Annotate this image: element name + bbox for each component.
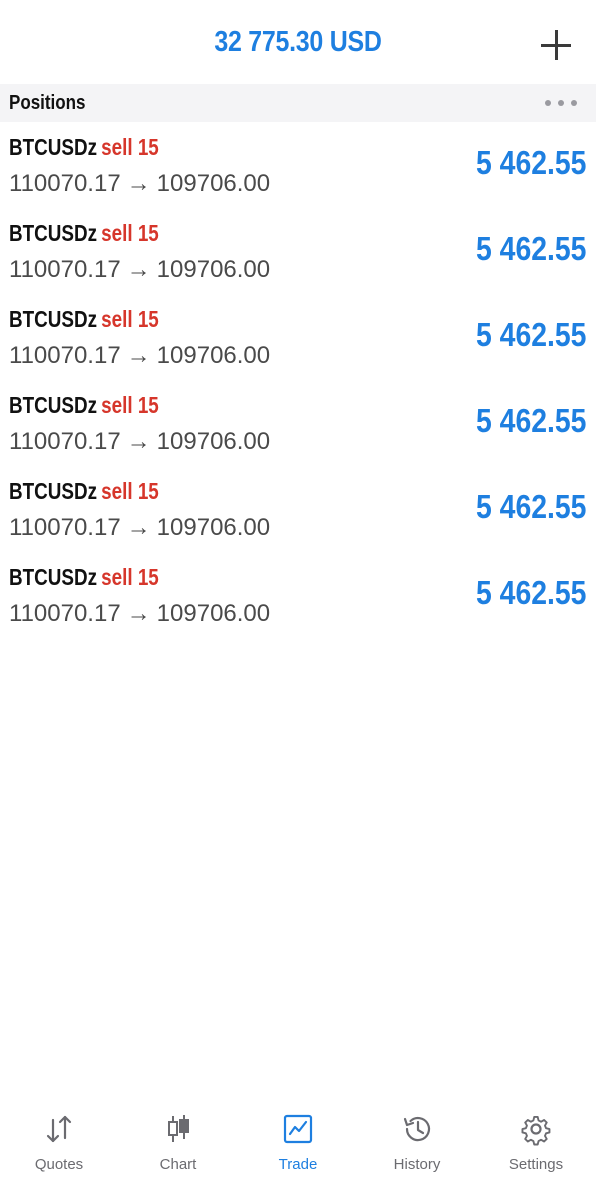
right-arrow-icon: → xyxy=(126,170,151,197)
position-profit: 5 462.55 xyxy=(475,316,586,353)
position-profit: 5 462.55 xyxy=(475,574,586,611)
trade-screen: 32 775.30 USD Positions BTCUSDz sell 15 1… xyxy=(0,0,596,1200)
more-dot xyxy=(545,100,551,106)
more-dot xyxy=(571,100,577,106)
tab-quotes[interactable]: Quotes xyxy=(4,1112,114,1182)
tab-label: Trade xyxy=(278,1156,318,1173)
current-price: 109706.00 xyxy=(156,256,271,283)
open-price: 110070.17 xyxy=(9,170,121,197)
right-arrow-icon: → xyxy=(126,514,151,541)
tab-label: Quotes xyxy=(34,1156,84,1173)
open-price: 110070.17 xyxy=(9,428,121,455)
position-row[interactable]: BTCUSDz sell 15 110070.17 → 109706.00 5 462… xyxy=(0,122,596,208)
trade-line-chart-icon xyxy=(283,1114,313,1144)
position-prices: 110070.17 → 109706.00 xyxy=(9,600,270,628)
position-profit: 5 462.55 xyxy=(475,230,586,267)
tab-label: History xyxy=(393,1156,441,1173)
positions-section-header: Positions xyxy=(0,84,596,122)
position-title: BTCUSDz sell 15 xyxy=(9,220,159,247)
tab-trade[interactable]: Trade xyxy=(243,1112,353,1182)
current-price: 109706.00 xyxy=(156,600,271,627)
position-prices: 110070.17 → 109706.00 xyxy=(9,256,270,284)
current-price: 109706.00 xyxy=(156,428,271,455)
position-title: BTCUSDz sell 15 xyxy=(9,478,159,505)
tab-settings[interactable]: Settings xyxy=(481,1112,591,1182)
open-price: 110070.17 xyxy=(9,514,121,541)
section-title: Positions xyxy=(9,92,86,114)
position-profit: 5 462.55 xyxy=(475,402,586,439)
position-symbol: BTCUSDz xyxy=(9,564,98,590)
tab-history[interactable]: History xyxy=(362,1112,472,1182)
current-price: 109706.00 xyxy=(156,514,271,541)
position-row[interactable]: BTCUSDz sell 15 110070.17 → 109706.00 5 462… xyxy=(0,208,596,294)
current-price: 109706.00 xyxy=(156,170,271,197)
quotes-arrows-icon xyxy=(46,1115,72,1143)
position-row[interactable]: BTCUSDz sell 15 110070.17 → 109706.00 5 462… xyxy=(0,380,596,466)
position-side: sell 15 xyxy=(101,478,159,504)
account-balance: 32 775.30 USD xyxy=(214,26,382,58)
plus-icon[interactable] xyxy=(536,25,576,65)
position-symbol: BTCUSDz xyxy=(9,134,98,160)
position-profit: 5 462.55 xyxy=(475,488,586,525)
open-price: 110070.17 xyxy=(9,600,121,627)
position-profit: 5 462.55 xyxy=(475,144,586,181)
position-title: BTCUSDz sell 15 xyxy=(9,306,159,333)
position-title: BTCUSDz sell 15 xyxy=(9,134,159,161)
position-prices: 110070.17 → 109706.00 xyxy=(9,428,270,456)
header: 32 775.30 USD xyxy=(0,0,596,84)
position-row[interactable]: BTCUSDz sell 15 110070.17 → 109706.00 5 462… xyxy=(0,466,596,552)
open-price: 110070.17 xyxy=(9,342,121,369)
candlestick-chart-icon xyxy=(168,1115,189,1142)
position-prices: 110070.17 → 109706.00 xyxy=(9,170,270,198)
position-side: sell 15 xyxy=(101,564,159,590)
current-price: 109706.00 xyxy=(156,342,271,369)
position-side: sell 15 xyxy=(101,220,159,246)
gear-icon xyxy=(521,1116,551,1146)
right-arrow-icon: → xyxy=(126,600,151,627)
position-symbol: BTCUSDz xyxy=(9,306,98,332)
bottom-tab-bar: Quotes Chart Trade History Settings xyxy=(0,1100,596,1200)
position-symbol: BTCUSDz xyxy=(9,220,98,246)
right-arrow-icon: → xyxy=(126,256,151,283)
tab-label: Chart xyxy=(159,1156,197,1173)
history-clock-icon xyxy=(403,1116,431,1142)
positions-list: BTCUSDz sell 15 110070.17 → 109706.00 5 462… xyxy=(0,122,596,638)
position-prices: 110070.17 → 109706.00 xyxy=(9,342,270,370)
position-side: sell 15 xyxy=(101,306,159,332)
right-arrow-icon: → xyxy=(126,428,151,455)
tab-chart[interactable]: Chart xyxy=(123,1112,233,1182)
position-symbol: BTCUSDz xyxy=(9,478,98,504)
position-row[interactable]: BTCUSDz sell 15 110070.17 → 109706.00 5 462… xyxy=(0,294,596,380)
position-side: sell 15 xyxy=(101,392,159,418)
open-price: 110070.17 xyxy=(9,256,121,283)
right-arrow-icon: → xyxy=(126,342,151,369)
more-horizontal-icon[interactable] xyxy=(544,98,578,108)
tab-label: Settings xyxy=(508,1156,564,1173)
position-symbol: BTCUSDz xyxy=(9,392,98,418)
position-title: BTCUSDz sell 15 xyxy=(9,392,159,419)
position-row[interactable]: BTCUSDz sell 15 110070.17 → 109706.00 5 462… xyxy=(0,552,596,638)
more-dot xyxy=(558,100,564,106)
position-side: sell 15 xyxy=(101,134,159,160)
position-title: BTCUSDz sell 15 xyxy=(9,564,159,591)
position-prices: 110070.17 → 109706.00 xyxy=(9,514,270,542)
